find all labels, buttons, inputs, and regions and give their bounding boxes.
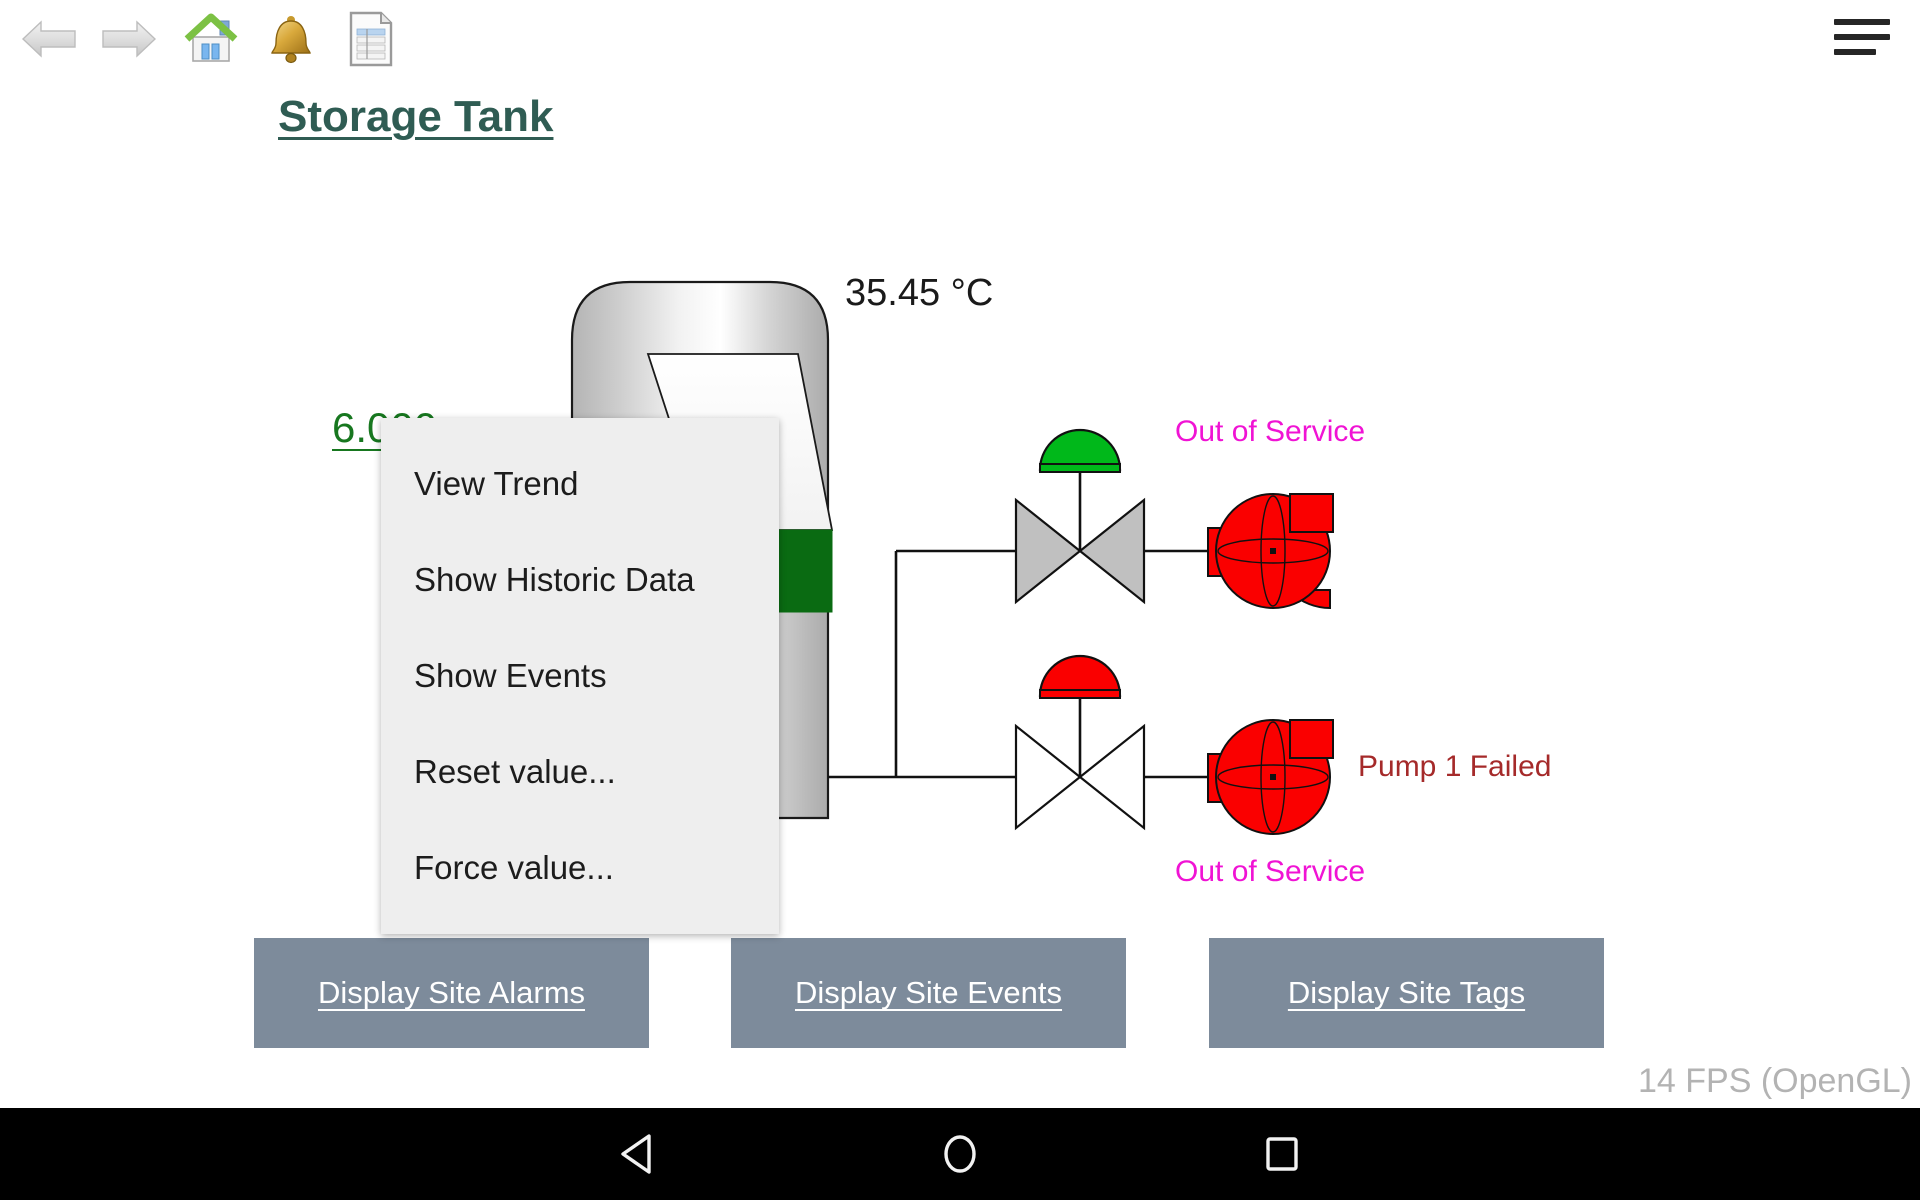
page-title: Storage Tank [278, 92, 554, 141]
top-toolbar [0, 0, 1920, 86]
display-site-tags-label: Display Site Tags [1287, 975, 1526, 1010]
tag-context-menu: View Trend Show Historic Data Show Event… [381, 418, 779, 934]
display-site-alarms-label: Display Site Alarms [317, 975, 586, 1010]
hamburger-line-1 [1834, 19, 1890, 25]
alarm-bell-icon[interactable] [260, 8, 322, 70]
display-site-tags-button[interactable]: Display Site Tags [1209, 938, 1604, 1048]
menu-item-reset-value[interactable]: Reset value... [381, 724, 779, 820]
android-navigation-bar [0, 1108, 1920, 1200]
valve-2 [1014, 654, 1146, 831]
back-arrow-icon[interactable] [18, 8, 80, 70]
valve-1 [1014, 428, 1146, 605]
status-badge-pump-failed: Pump 1 Failed [1358, 750, 1552, 783]
display-site-events-label: Display Site Events [794, 975, 1063, 1010]
mimic-diagram [0, 0, 1920, 1100]
temperature-readout[interactable]: 35.45 °C [845, 272, 993, 315]
back-triangle-icon[interactable] [578, 1108, 698, 1200]
hamburger-menu-icon[interactable] [1834, 8, 1894, 66]
hamburger-line-2 [1834, 34, 1890, 40]
report-icon[interactable] [340, 8, 402, 70]
menu-item-show-historic-data[interactable]: Show Historic Data [381, 532, 779, 628]
process-piping [828, 549, 1208, 779]
fps-indicator: 14 FPS (OpenGL) [1637, 1062, 1912, 1100]
home-icon[interactable] [180, 8, 242, 70]
pump-1 [1207, 492, 1334, 610]
pump-2 [1207, 719, 1334, 835]
menu-item-show-events[interactable]: Show Events [381, 628, 779, 724]
hamburger-line-3 [1834, 49, 1876, 55]
status-badge-out-of-service-top: Out of Service [1175, 415, 1366, 448]
home-circle-icon[interactable] [900, 1108, 1020, 1200]
display-site-events-button[interactable]: Display Site Events [731, 938, 1126, 1048]
recents-square-icon[interactable] [1222, 1108, 1342, 1200]
menu-item-force-value[interactable]: Force value... [381, 820, 779, 916]
menu-item-view-trend[interactable]: View Trend [381, 436, 779, 532]
status-badge-out-of-service-bottom: Out of Service [1175, 855, 1366, 888]
forward-arrow-icon[interactable] [98, 8, 160, 70]
display-site-alarms-button[interactable]: Display Site Alarms [254, 938, 649, 1048]
